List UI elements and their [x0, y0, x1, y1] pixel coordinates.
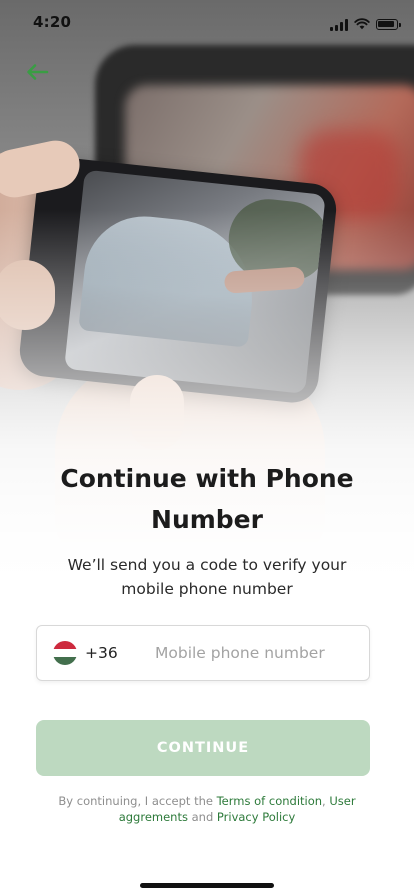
back-button[interactable] [22, 60, 52, 84]
terms-joiner: and [187, 810, 217, 824]
phone-number-field[interactable]: +36 [36, 625, 370, 681]
arrow-left-icon [27, 64, 49, 80]
continue-button[interactable]: CONTINUE [36, 720, 370, 776]
terms-of-condition-link[interactable]: Terms of condition [217, 794, 322, 808]
status-time: 4:20 [33, 13, 72, 31]
hungary-flag-icon[interactable] [53, 641, 77, 665]
phone-number-input[interactable] [143, 644, 355, 662]
cellular-signal-icon [330, 18, 348, 31]
terms-prefix: By continuing, I accept the [58, 794, 217, 808]
battery-icon [376, 19, 401, 30]
phone-login-screen: 4:20 Continue with Phone Number We’ll se… [0, 0, 414, 896]
terms-notice: By continuing, I accept the Terms of con… [36, 793, 378, 825]
page-title: Continue with Phone Number [60, 464, 354, 534]
page-subtitle: We’ll send you a code to verify your mob… [67, 556, 347, 598]
home-indicator [140, 883, 274, 888]
privacy-policy-link[interactable]: Privacy Policy [217, 810, 295, 824]
country-code[interactable]: +36 [85, 644, 143, 662]
wifi-icon [354, 15, 370, 34]
status-icons [330, 15, 401, 34]
status-bar: 4:20 [0, 0, 414, 44]
